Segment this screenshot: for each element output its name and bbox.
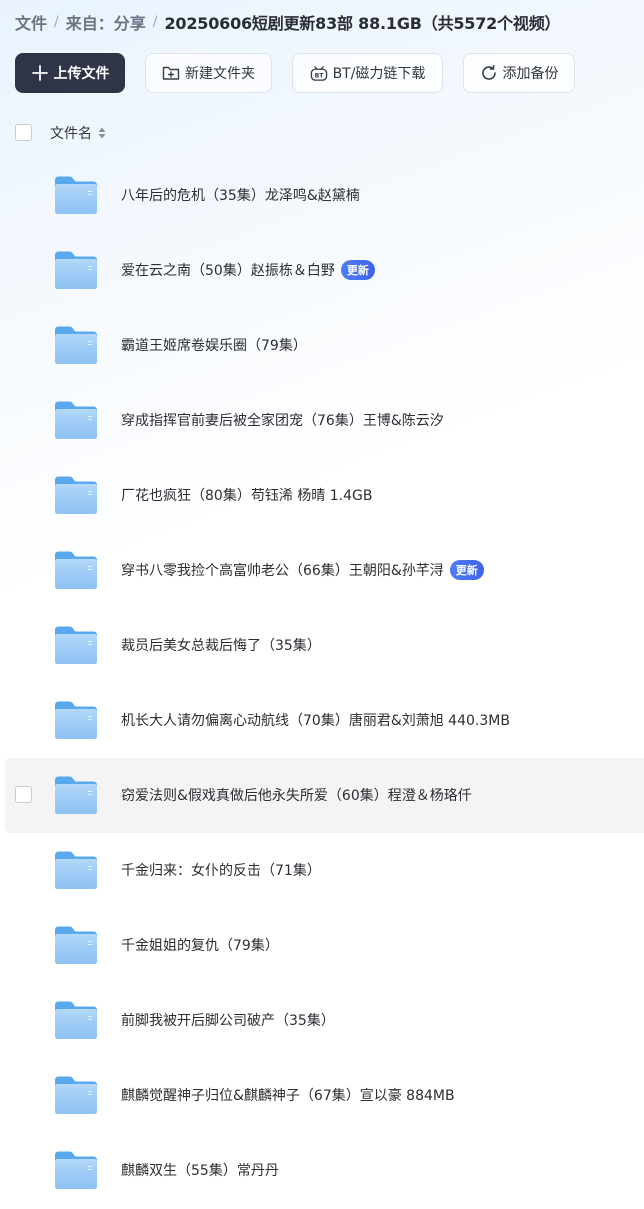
file-name[interactable]: 机长大人请勿偏离心动航线（70集）唐丽君&刘萧旭 440.3MB (121, 710, 510, 730)
file-name-text: 爱在云之南（50集）赵振栋＆白野 (121, 263, 335, 279)
file-name-text: 霸道王姬席卷娱乐圈（79集） (121, 338, 307, 354)
file-row[interactable]: 裁员后美女总裁后悔了（35集） (5, 608, 644, 683)
select-all-checkbox[interactable] (15, 124, 32, 141)
file-name[interactable]: 窃爱法则&假戏真做后他永失所爱（60集）程澄＆杨珞仟 (121, 785, 472, 805)
file-browser-page: 文件 / 来自：分享 / 20250606短剧更新83部 88.1GB（共557… (0, 0, 644, 1209)
folder-icon (53, 174, 99, 216)
file-row[interactable]: 机长大人请勿偏离心动航线（70集）唐丽君&刘萧旭 440.3MB (5, 683, 644, 758)
file-row[interactable]: 窃爱法则&假戏真做后他永失所爱（60集）程澄＆杨珞仟 (5, 758, 644, 833)
row-checkbox[interactable] (15, 786, 32, 803)
bt-magnet-download-label: BT/磁力链下载 (332, 66, 426, 82)
updated-badge: 更新 (340, 260, 375, 280)
file-list-header: 文件名 (0, 116, 644, 150)
breadcrumb: 文件 / 来自：分享 / 20250606短剧更新83部 88.1GB（共557… (15, 9, 561, 35)
svg-text:BT: BT (314, 72, 324, 79)
file-row[interactable]: 霸道王姬席卷娱乐圈（79集） (5, 308, 644, 383)
folder-icon (53, 624, 99, 666)
folder-icon (53, 924, 99, 966)
file-name-text: 麒麟觉醒神子归位&麒麟神子（67集）宣以豪 884MB (121, 1088, 455, 1104)
file-row[interactable]: 穿书八零我捡个高富帅老公（66集）王朝阳&孙芊浔 更新 (5, 533, 644, 608)
file-name[interactable]: 前脚我被开后脚公司破产（35集） (121, 1010, 335, 1030)
file-row[interactable]: 麒麟双生（55集）常丹丹 (5, 1133, 644, 1208)
add-backup-button[interactable]: 添加备份 (463, 53, 575, 93)
column-header-filename-label: 文件名 (50, 126, 92, 142)
upload-button[interactable]: 上传文件 (15, 53, 125, 93)
folder-icon (53, 474, 99, 516)
file-name-text: 穿成指挥官前妻后被全家团宠（76集）王博&陈云汐 (121, 413, 444, 429)
breadcrumb-separator: / (54, 14, 59, 30)
column-header-filename[interactable]: 文件名 (50, 123, 106, 143)
plus-icon (31, 64, 49, 82)
file-row[interactable]: 厂花也疯狂（80集）苟钰浠 杨晴 1.4GB (5, 458, 644, 533)
folder-icon (53, 1074, 99, 1116)
file-name[interactable]: 麒麟觉醒神子归位&麒麟神子（67集）宣以豪 884MB (121, 1085, 455, 1105)
file-name-text: 麒麟双生（55集）常丹丹 (121, 1163, 279, 1179)
new-folder-button[interactable]: 新建文件夹 (145, 53, 272, 93)
file-row[interactable]: 前脚我被开后脚公司破产（35集） (5, 983, 644, 1058)
file-name[interactable]: 裁员后美女总裁后悔了（35集） (121, 635, 321, 655)
file-name-text: 千金归来：女仆的反击（71集） (121, 863, 321, 879)
add-backup-label: 添加备份 (502, 66, 559, 82)
folder-icon (53, 1149, 99, 1191)
file-name-text: 八年后的危机（35集）龙泽鸣&赵黛楠 (121, 188, 360, 204)
file-name[interactable]: 千金归来：女仆的反击（71集） (121, 860, 321, 880)
file-name-text: 穿书八零我捡个高富帅老公（66集）王朝阳&孙芊浔 (121, 563, 444, 579)
file-list: 八年后的危机（35集）龙泽鸣&赵黛楠 爱在云之南（50集）赵振栋＆白野 更新 霸道王姬… (5, 158, 644, 1208)
file-name-text: 裁员后美女总裁后悔了（35集） (121, 638, 321, 654)
file-row[interactable]: 麒麟觉醒神子归位&麒麟神子（67集）宣以豪 884MB (5, 1058, 644, 1133)
updated-badge: 更新 (449, 560, 484, 580)
file-name-text: 前脚我被开后脚公司破产（35集） (121, 1013, 335, 1029)
file-name[interactable]: 麒麟双生（55集）常丹丹 (121, 1160, 279, 1180)
file-row[interactable]: 千金姐姐的复仇（79集） (5, 908, 644, 983)
file-name[interactable]: 霸道王姬席卷娱乐圈（79集） (121, 335, 307, 355)
folder-icon (53, 399, 99, 441)
folder-icon (53, 699, 99, 741)
toolbar: 上传文件 新建文件夹 BT BT/磁力链下载 添加备份 (15, 53, 644, 93)
new-folder-icon (162, 64, 180, 82)
file-row[interactable]: 八年后的危机（35集）龙泽鸣&赵黛楠 (5, 158, 644, 233)
file-row[interactable]: 爱在云之南（50集）赵振栋＆白野 更新 (5, 233, 644, 308)
breadcrumb-source[interactable]: 来自：分享 (66, 10, 146, 34)
upload-button-label: 上传文件 (53, 66, 110, 82)
file-name[interactable]: 爱在云之南（50集）赵振栋＆白野 更新 (121, 260, 375, 280)
file-name[interactable]: 穿书八零我捡个高富帅老公（66集）王朝阳&孙芊浔 更新 (121, 560, 484, 580)
file-name[interactable]: 穿成指挥官前妻后被全家团宠（76集）王博&陈云汐 (121, 410, 444, 430)
bt-magnet-download-button[interactable]: BT BT/磁力链下载 (292, 53, 443, 93)
folder-icon (53, 999, 99, 1041)
file-row[interactable]: 千金归来：女仆的反击（71集） (5, 833, 644, 908)
file-name[interactable]: 八年后的危机（35集）龙泽鸣&赵黛楠 (121, 185, 360, 205)
breadcrumb-separator: / (152, 14, 158, 30)
backup-sync-icon (480, 64, 498, 82)
file-name-text: 窃爱法则&假戏真做后他永失所爱（60集）程澄＆杨珞仟 (121, 788, 472, 804)
breadcrumb-root[interactable]: 文件 (15, 10, 47, 34)
file-name[interactable]: 千金姐姐的复仇（79集） (121, 935, 279, 955)
breadcrumb-current-folder: 20250606短剧更新83部 88.1GB（共5572个视频） (164, 14, 561, 33)
file-row[interactable]: 穿成指挥官前妻后被全家团宠（76集）王博&陈云汐 (5, 383, 644, 458)
folder-icon (53, 774, 99, 816)
sort-icon[interactable] (98, 127, 106, 139)
file-name-text: 机长大人请勿偏离心动航线（70集）唐丽君&刘萧旭 440.3MB (121, 713, 510, 729)
file-name-text: 千金姐姐的复仇（79集） (121, 938, 279, 954)
bt-icon: BT (310, 64, 328, 82)
folder-icon (53, 324, 99, 366)
file-name[interactable]: 厂花也疯狂（80集）苟钰浠 杨晴 1.4GB (121, 485, 372, 505)
folder-icon (53, 249, 99, 291)
new-folder-button-label: 新建文件夹 (185, 66, 255, 82)
folder-icon (53, 849, 99, 891)
file-name-text: 厂花也疯狂（80集）苟钰浠 杨晴 1.4GB (121, 488, 373, 504)
folder-icon (53, 549, 99, 591)
